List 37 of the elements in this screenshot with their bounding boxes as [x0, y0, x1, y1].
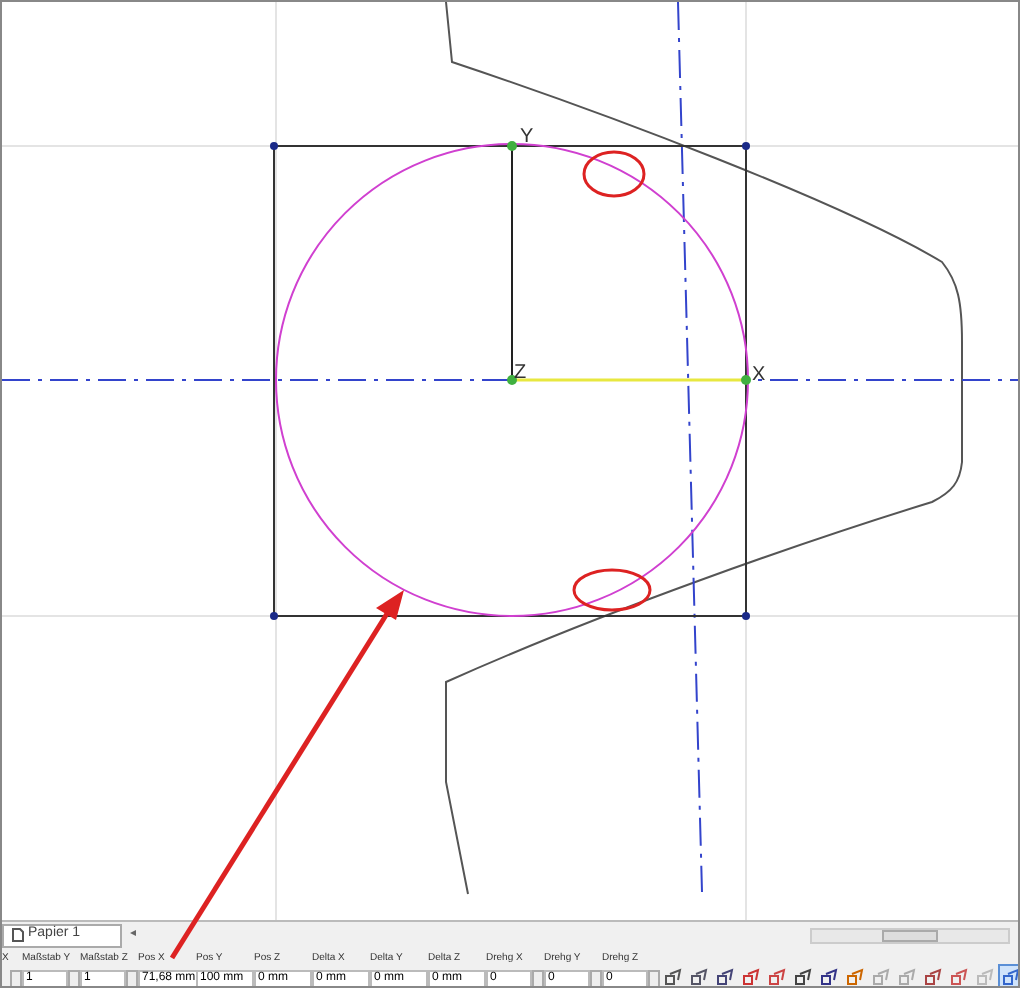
axis-label: X [752, 364, 766, 386]
toolbar-button[interactable] [712, 964, 736, 986]
tool-icon [1001, 967, 1018, 985]
toolbar-button[interactable] [738, 964, 762, 986]
axis-handle[interactable] [507, 375, 517, 385]
page-icon [12, 928, 24, 942]
toolbar-button[interactable] [790, 964, 814, 986]
corner-handle[interactable] [270, 142, 278, 150]
tool-icon [663, 967, 681, 985]
drawing-canvas[interactable]: Y Z X [2, 2, 1018, 920]
tool-icon [923, 967, 941, 985]
axis-label: Y [520, 126, 534, 148]
toolbar-button[interactable] [764, 964, 788, 986]
toolbar-button[interactable] [686, 964, 710, 986]
tool-icon [897, 967, 915, 985]
toolbar-button[interactable] [920, 964, 944, 986]
tool-icon [767, 967, 785, 985]
toolbar-button[interactable] [998, 964, 1018, 986]
axis-label: Z [514, 362, 527, 384]
axis-handle[interactable] [507, 141, 517, 151]
tool-icon [845, 967, 863, 985]
axis-handle[interactable] [741, 375, 751, 385]
tool-icon [793, 967, 811, 985]
highlight-ellipse [582, 150, 646, 198]
toolbar-button[interactable] [660, 964, 684, 986]
horizontal-scrollbar[interactable] [810, 927, 1010, 943]
tool-icon [949, 967, 967, 985]
corner-handle[interactable] [270, 612, 278, 620]
tool-icon [871, 967, 889, 985]
corner-handle[interactable] [742, 612, 750, 620]
tool-icon [715, 967, 733, 985]
toolbar-button[interactable] [816, 964, 840, 986]
tool-icon [819, 967, 837, 985]
tool-icon [689, 967, 707, 985]
highlight-ellipse [572, 568, 652, 612]
corner-handle[interactable] [742, 142, 750, 150]
tool-icon [741, 967, 759, 985]
